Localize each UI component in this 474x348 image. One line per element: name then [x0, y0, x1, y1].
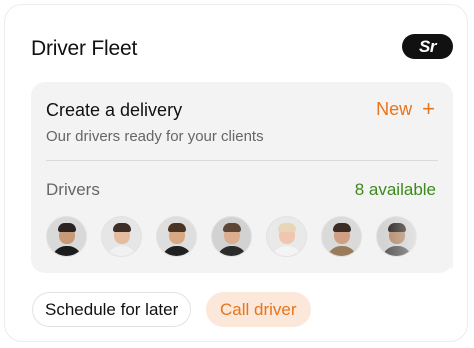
brand-logo: Sr [402, 34, 453, 59]
card-title: Driver Fleet [31, 37, 138, 60]
driver-avatar[interactable] [376, 216, 417, 257]
plus-icon: + [422, 96, 435, 121]
driver-avatar[interactable] [46, 216, 87, 257]
schedule-later-button[interactable]: Schedule for later [32, 292, 192, 327]
driver-avatar[interactable] [101, 216, 142, 257]
delivery-subtitle: Our drivers ready for your clients [46, 128, 264, 145]
divider [46, 160, 438, 161]
driver-avatar-list [46, 216, 438, 258]
new-delivery-button[interactable]: New + [376, 98, 435, 120]
delivery-panel: Create a delivery New + Our drivers read… [31, 82, 453, 273]
driver-avatar[interactable] [266, 216, 307, 257]
driver-avatar[interactable] [156, 216, 197, 257]
new-label: New [376, 98, 413, 119]
driver-fleet-card: Driver Fleet Sr Create a delivery New + … [4, 4, 468, 342]
available-count: 8 available [354, 180, 436, 199]
delivery-title: Create a delivery [46, 100, 183, 120]
drivers-label: Drivers [46, 180, 100, 199]
driver-avatar[interactable] [211, 216, 252, 257]
driver-avatar[interactable] [321, 216, 362, 257]
call-driver-button[interactable]: Call driver [206, 292, 311, 327]
